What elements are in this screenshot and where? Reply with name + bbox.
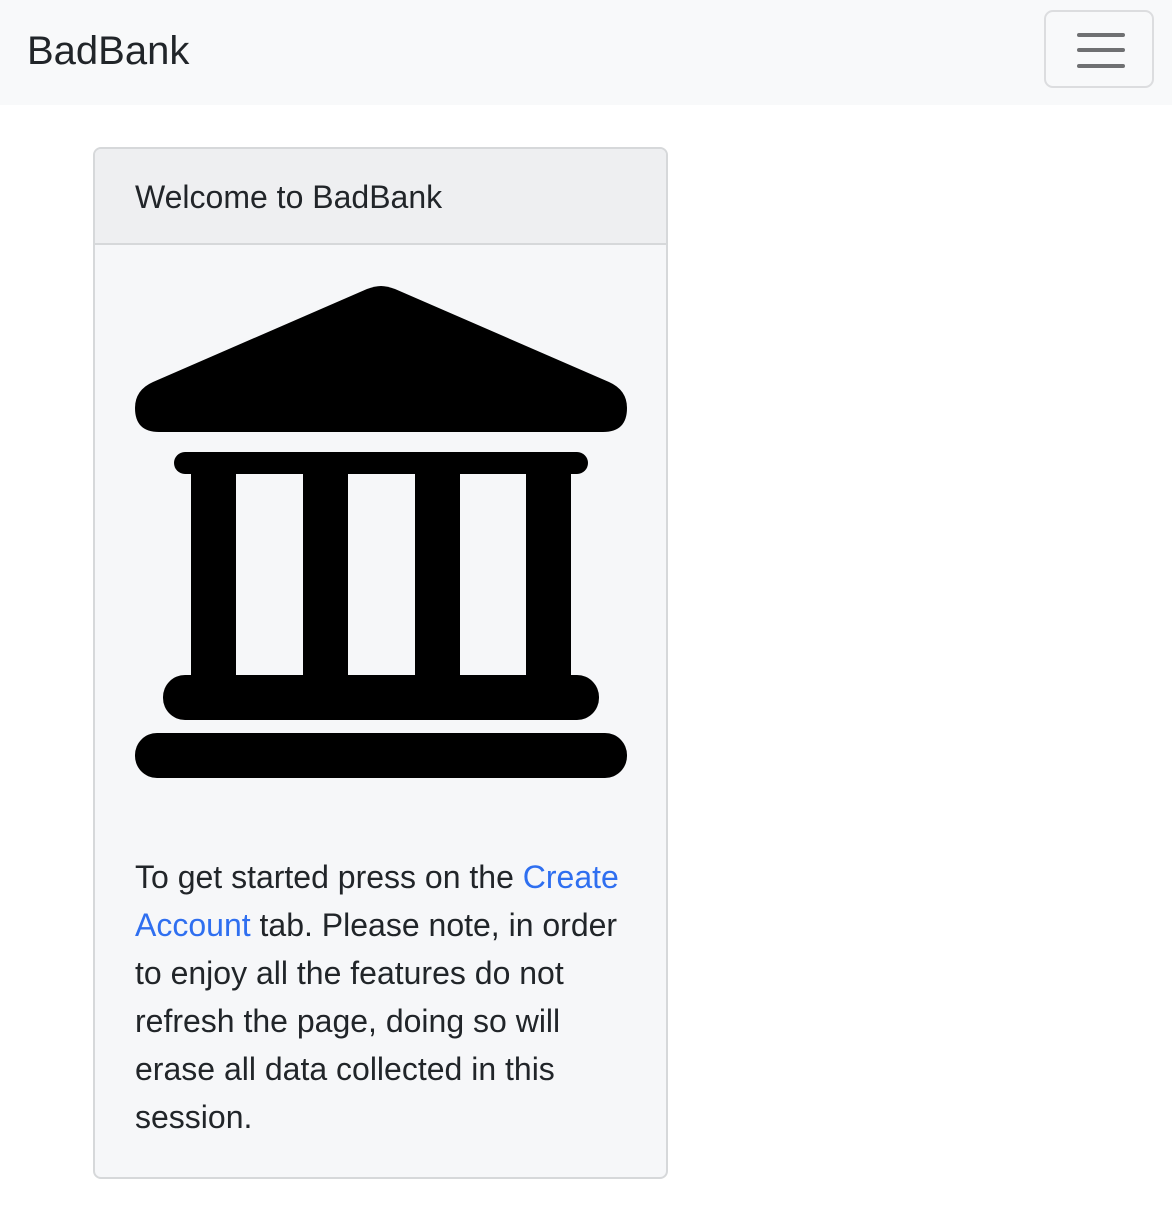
- card-text: To get started press on the Create Accou…: [135, 853, 635, 1141]
- bank-icon: [135, 286, 627, 778]
- hamburger-line: [1077, 48, 1125, 52]
- intro-text: To get started press on the: [135, 859, 523, 895]
- navbar: BadBank: [0, 0, 1172, 105]
- card-header: Welcome to BadBank: [95, 149, 666, 245]
- hamburger-line: [1077, 64, 1125, 68]
- brand-link[interactable]: BadBank: [27, 26, 189, 76]
- hamburger-menu-icon: [1077, 33, 1125, 37]
- navbar-toggler-button[interactable]: [1044, 10, 1154, 88]
- welcome-card: Welcome to BadBank To get started press …: [93, 147, 668, 1179]
